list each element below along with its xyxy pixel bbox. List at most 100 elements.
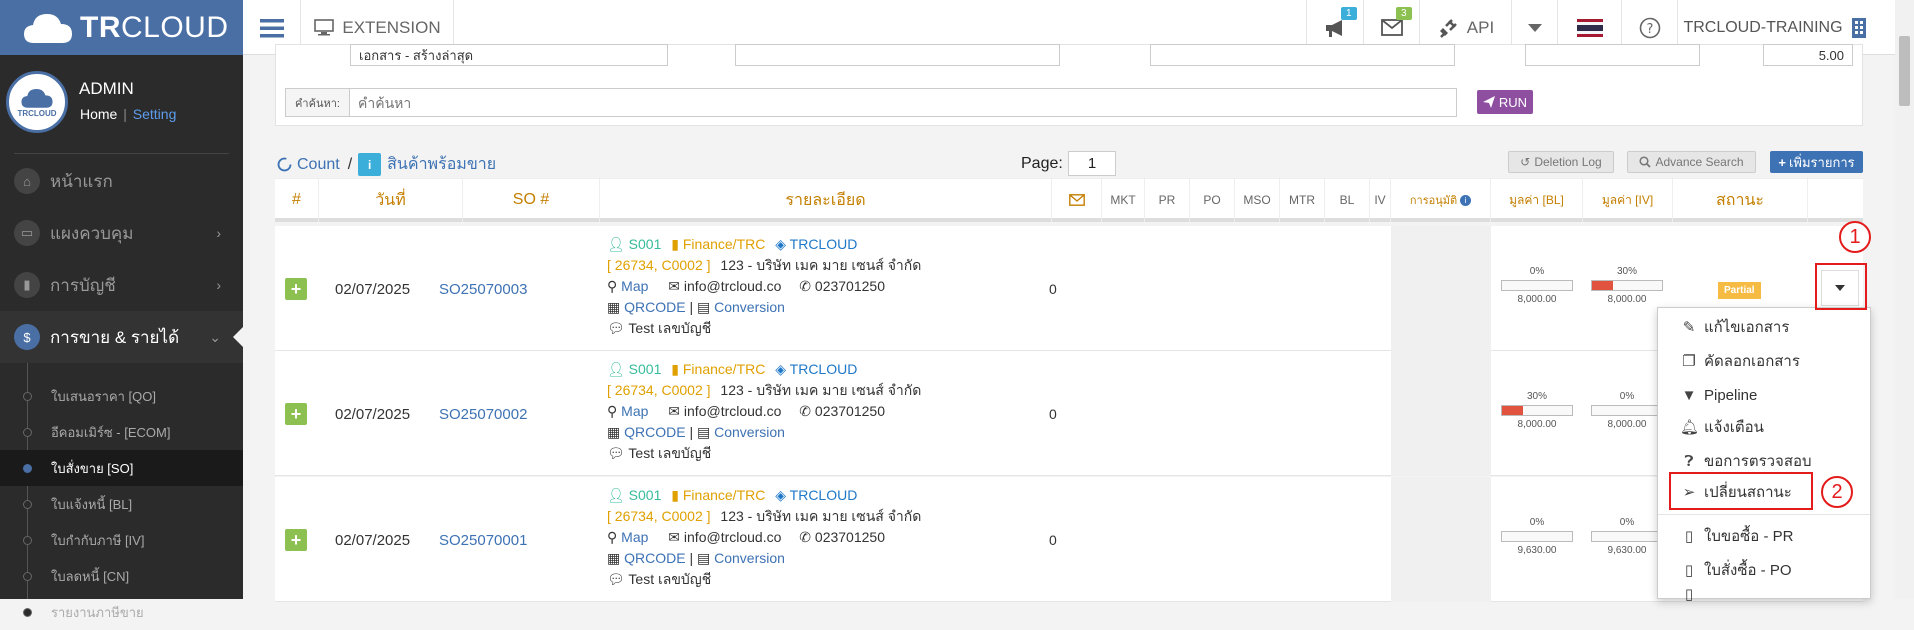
run-button[interactable]: RUN <box>1477 90 1533 114</box>
sidebar-sub-credit-note[interactable]: ใบลดหนี้ [CN] <box>0 558 243 594</box>
menu-item[interactable]: ▯ ใบขอซื้อ - PR <box>1658 519 1870 553</box>
desktop-icon <box>314 19 335 36</box>
amount-field[interactable] <box>1763 44 1853 66</box>
sidebar-sub-invoice[interactable]: ใบกำกับภาษี [IV] <box>0 522 243 558</box>
thai-flag-icon <box>1576 18 1603 37</box>
map-marker-icon: ⚲ <box>607 278 618 294</box>
search-input[interactable] <box>349 88 1457 117</box>
project: TRCLOUD <box>789 361 858 377</box>
phone-icon: ✆ <box>799 278 812 294</box>
company-name: TRCLOUD-TRAINING <box>1683 18 1843 36</box>
page-input[interactable] <box>1068 151 1116 176</box>
user-icon: 👤︎ <box>607 487 625 503</box>
qrcode-link[interactable]: QRCODE <box>624 424 685 440</box>
customer-name: 123 - บริษัท เมค มาย เซนส์ จำกัด <box>720 382 922 398</box>
add-item-button[interactable]: + เพิ่มรายการ <box>1770 151 1863 173</box>
setting-link[interactable]: Setting <box>133 106 177 122</box>
bl-progress: 0% 8,000.00 <box>1501 266 1573 305</box>
menu-item[interactable]: ✎ แก้ไขเอกสาร <box>1658 310 1870 344</box>
envelope-icon: ✉ <box>668 403 681 419</box>
sidebar-sub-sales-order[interactable]: ใบสั่งขาย [SO] <box>0 450 243 486</box>
qrcode-link[interactable]: QRCODE <box>624 550 685 566</box>
bl-progress-bar <box>1501 280 1573 291</box>
avatar[interactable]: TRCLOUD <box>6 71 68 133</box>
filter-field-2[interactable] <box>735 44 1060 66</box>
user-icon: 👤︎ <box>607 361 625 377</box>
filter-field-3[interactable] <box>1150 44 1455 66</box>
api-label: API <box>1466 17 1495 37</box>
avatar-text: TRCLOUD <box>17 108 57 118</box>
conversion-link[interactable]: Conversion <box>714 299 785 315</box>
col-date[interactable]: วันที่ <box>319 178 463 222</box>
menu-item[interactable]: ▯ ใบสั่งซื้อ - PO <box>1658 553 1870 587</box>
row-so-link[interactable]: SO25070001 <box>439 532 527 549</box>
brand-logo[interactable]: TRCLOUD <box>0 0 243 55</box>
row-action-menu: ✎ แก้ไขเอกสาร ❐ คัดลอกเอกสาร ▼ Pipeline … <box>1657 307 1871 601</box>
chevron-right-icon: › <box>216 225 221 241</box>
col-so[interactable]: SO # <box>463 178 600 222</box>
sidebar-sub-sales-tax-report[interactable]: รายงานภาษีขาย <box>0 594 243 630</box>
sidebar-item-sales[interactable]: $ การขาย & รายได้ ⌄ <box>0 311 243 363</box>
bl-progress: 0% 9,630.00 <box>1501 517 1573 556</box>
advance-search-button[interactable]: Advance Search <box>1627 151 1756 173</box>
qrcode-link[interactable]: QRCODE <box>624 299 685 315</box>
iv-progress-fill <box>1592 281 1613 290</box>
menu-item-label: แจ้งเตือน <box>1704 419 1764 436</box>
sidebar-sub-ecom[interactable]: อีคอมเมิร์ซ - [ECOM] <box>0 414 243 450</box>
customer-name: 123 - บริษัท เมค มาย เซนส์ จำกัด <box>720 257 922 273</box>
page-scrollbar[interactable] <box>1895 0 1914 599</box>
col-approve: การอนุมัติ i <box>1391 178 1491 222</box>
expand-row-button[interactable]: + <box>285 278 307 300</box>
menu-item[interactable]: 🔔︎ แจ้งเตือน <box>1658 410 1870 444</box>
home-link[interactable]: Home <box>80 106 117 122</box>
map-link[interactable]: Map <box>621 403 648 419</box>
row-date: 02/07/2025 <box>335 281 411 298</box>
count-link[interactable]: Count / i สินค้าพร้อมขาย <box>277 152 496 177</box>
bl-progress-bar <box>1501 405 1573 416</box>
map-link[interactable]: Map <box>621 529 648 545</box>
menu-item-label: ใบสั่งซื้อ - PO <box>1704 562 1792 579</box>
conversion-link[interactable]: Conversion <box>714 424 785 440</box>
scrollbar-thumb[interactable] <box>1899 36 1910 106</box>
stock-available-link[interactable]: สินค้าพร้อมขาย <box>387 152 496 177</box>
cloud-avatar-icon <box>21 88 53 108</box>
sidebar-divider <box>14 153 229 154</box>
col-pr: PR <box>1145 178 1190 222</box>
menu-divider <box>1658 514 1870 515</box>
expand-row-button[interactable]: + <box>285 529 307 551</box>
row-so-link[interactable]: SO25070002 <box>439 406 527 423</box>
link-separator: | <box>689 424 694 440</box>
expand-row-button[interactable]: + <box>285 403 307 425</box>
map-link[interactable]: Map <box>621 278 648 294</box>
bl-progress-percent: 0% <box>1529 517 1545 528</box>
plus-icon: + <box>1778 154 1786 170</box>
bell-icon: 🔔︎ <box>1680 419 1700 436</box>
sidebar-item-home[interactable]: ⌂ หน้าแรก <box>0 155 243 207</box>
col-value-bl: มูลค่า [BL] <box>1491 178 1583 222</box>
row-note: Test เลขบัญชี <box>628 320 712 336</box>
sidebar-item-dashboard[interactable]: ▭ แผงควบคุม › <box>0 207 243 259</box>
menu-item-label: ใบขอซื้อ - PR <box>1704 528 1794 545</box>
row-so-link[interactable]: SO25070003 <box>439 281 527 298</box>
barcode-icon: ▤ <box>697 550 711 566</box>
menu-item[interactable]: ❐ คัดลอกเอกสาร <box>1658 344 1870 378</box>
conversion-link[interactable]: Conversion <box>714 550 785 566</box>
envelope-icon: ✉ <box>668 278 681 294</box>
customer-code: [ 26734, C0002 ] <box>607 508 711 524</box>
filter-field-4[interactable] <box>1525 44 1700 66</box>
edit-icon: ✎ <box>1682 319 1696 336</box>
iv-value: 8,000.00 <box>1607 294 1647 305</box>
salesperson: S001 <box>628 361 662 377</box>
deletion-log-button[interactable]: ↺ Deletion Log <box>1508 151 1614 173</box>
department: Finance/TRC <box>682 487 766 503</box>
map-marker-icon: ⚲ <box>607 529 618 545</box>
customer-email: info@trcloud.co <box>683 529 782 545</box>
project: TRCLOUD <box>789 487 858 503</box>
sidebar-sub-quotation[interactable]: ใบเสนอราคา [QO] <box>0 378 243 414</box>
submenu-label: อีคอมเมิร์ซ - [ECOM] <box>51 424 171 440</box>
sidebar-sub-billing[interactable]: ใบแจ้งหนี้ [BL] <box>0 486 243 522</box>
doc-type-select[interactable] <box>350 44 668 66</box>
sidebar-item-accounting[interactable]: ▮ การบัญชี › <box>0 259 243 311</box>
menu-item[interactable]: ▼ Pipeline <box>1658 378 1870 412</box>
file-icon: ▯ <box>1684 562 1694 579</box>
